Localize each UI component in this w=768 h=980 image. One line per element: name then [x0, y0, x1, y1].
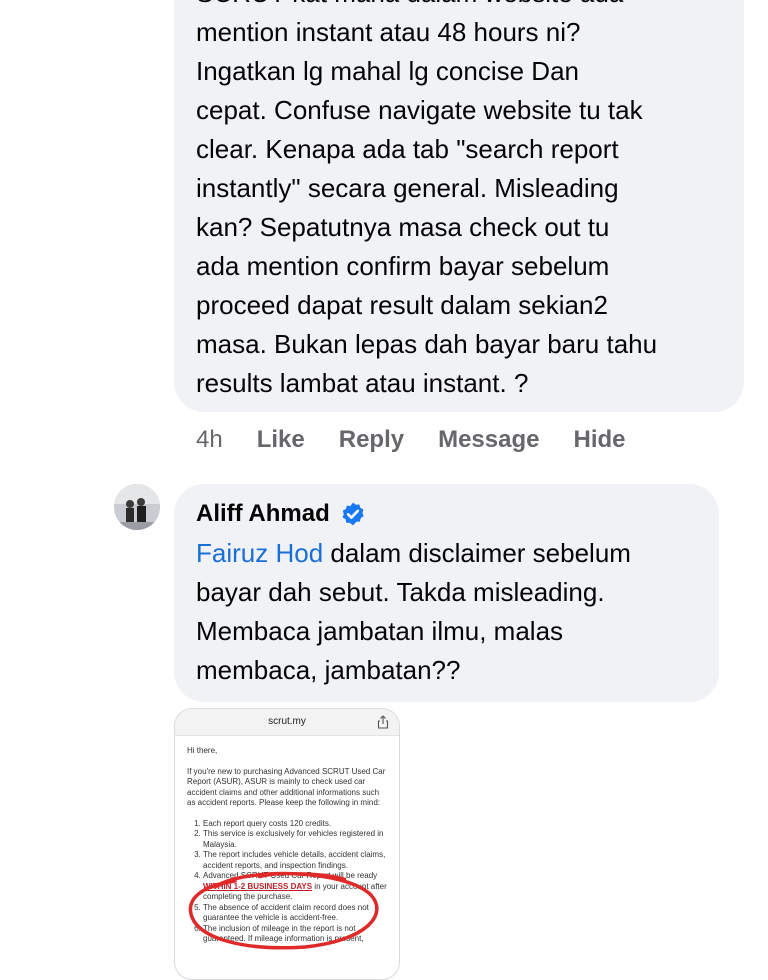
- comment-text: Fairuz Hod dalam disclaimer sebelum baya…: [196, 534, 736, 690]
- author-name[interactable]: Aliff Ahmad: [196, 500, 330, 528]
- comment-timestamp[interactable]: 4h: [196, 426, 223, 454]
- attached-screenshot[interactable]: scrut.my Hi there, If you're new to purc…: [174, 708, 400, 980]
- message-button[interactable]: Message: [438, 426, 539, 454]
- comment-author[interactable]: Aliff Ahmad: [196, 500, 366, 528]
- like-button[interactable]: Like: [257, 426, 305, 454]
- reply-button[interactable]: Reply: [339, 426, 404, 454]
- verified-badge-icon: [342, 502, 364, 526]
- comment-text: SCRUT kat mana dalam website ada mention…: [196, 0, 658, 398]
- red-circle-annotation: [188, 871, 379, 950]
- hide-button[interactable]: Hide: [573, 426, 625, 454]
- user-photo-icon: [114, 484, 160, 530]
- avatar[interactable]: [114, 484, 160, 530]
- comment-actions: 4h Like Reply Message Hide: [196, 420, 660, 460]
- mention-link[interactable]: Fairuz Hod: [196, 538, 323, 568]
